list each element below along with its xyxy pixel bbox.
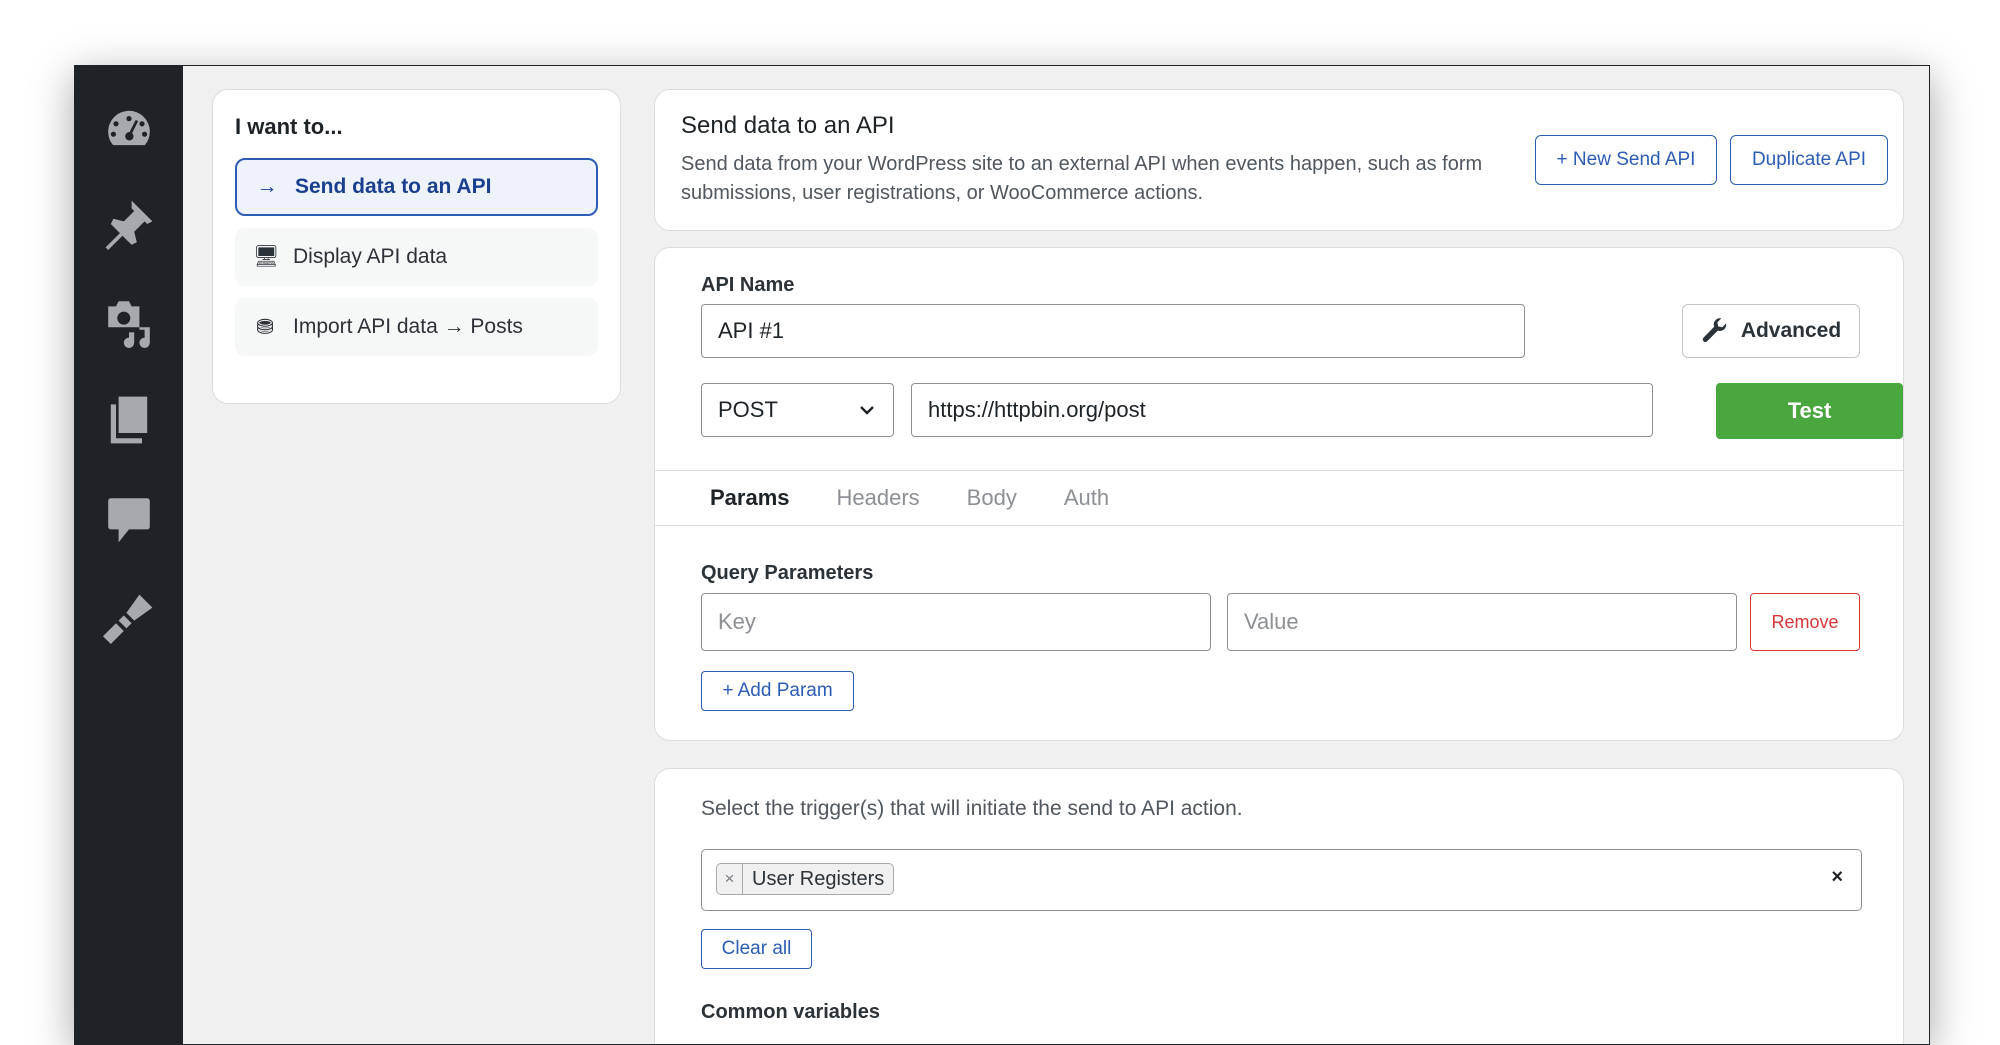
chip-remove-icon[interactable]: × [717,864,743,894]
param-value-input[interactable]: Value [1227,593,1737,651]
api-config-panel: API Name API #1 Advanced POST https://ht… [654,247,1904,741]
tab-body[interactable]: Body [967,485,1017,511]
intent-title: I want to... [235,114,343,139]
add-param-button[interactable]: + Add Param [701,671,854,711]
advanced-button[interactable]: Advanced [1682,304,1860,358]
method-select[interactable]: POST [701,383,894,437]
arrow-right-icon: → [256,175,278,198]
api-name-label: API Name [701,274,795,296]
clear-selection-icon[interactable]: × [1831,866,1843,889]
comments-icon[interactable] [101,491,157,547]
selected-trigger-chip: × User Registers [716,863,895,895]
remove-param-button[interactable]: Remove [1750,593,1860,651]
api-name-input[interactable]: API #1 [701,304,1525,358]
common-variables-label: Common variables [701,1001,880,1023]
clear-all-button[interactable]: Clear all [701,929,812,969]
trigger-panel: Select the trigger(s) that will initiate… [654,768,1904,1044]
pin-icon[interactable] [101,196,157,252]
monitor-icon: 🖥 [253,245,280,268]
intent-display-api[interactable]: 🖥 Display API data [235,228,598,286]
chip-label: User Registers [752,867,885,890]
intent-import-api[interactable]: ⛃ Import API data → Posts [235,298,598,356]
param-key-input[interactable]: Key [701,593,1211,651]
request-tabs: Params Headers Body Auth [655,470,1903,526]
database-icon: ⛃ [256,315,274,339]
test-button[interactable]: Test [1716,383,1903,439]
media-icon[interactable] [101,294,157,350]
query-parameters-label: Query Parameters [701,562,874,584]
tab-headers[interactable]: Headers [837,485,920,511]
admin-sidebar [75,66,183,1044]
trigger-instruction: Select the trigger(s) that will initiate… [701,797,1243,820]
intent-panel: I want to... → Send data to an API 🖥 Dis… [212,89,621,404]
tab-auth[interactable]: Auth [1064,485,1109,511]
header-panel: Send data to an API Send data from your … [654,89,1904,231]
trigger-select[interactable]: × User Registers × [701,849,1862,911]
dashboard-icon[interactable] [101,101,157,157]
app-window: I want to... → Send data to an API 🖥 Dis… [74,65,1930,1045]
method-value: POST [718,397,778,422]
new-send-api-button[interactable]: + New Send API [1535,135,1717,185]
intent-send-api[interactable]: → Send data to an API [235,158,598,216]
wrench-icon [1702,318,1727,342]
intent-label: Send data to an API [295,175,492,198]
intent-label: Import API data → Posts [293,315,523,338]
url-input[interactable]: https://httpbin.org/post [911,383,1653,437]
chevron-down-icon [860,406,874,415]
page-description: Send data from your WordPress site to an… [681,153,1483,204]
tab-params[interactable]: Params [710,485,790,511]
intent-label: Display API data [293,245,448,268]
pages-icon[interactable] [101,392,157,448]
duplicate-api-button[interactable]: Duplicate API [1730,135,1888,185]
appearance-icon[interactable] [101,590,157,646]
advanced-label: Advanced [1740,319,1842,342]
